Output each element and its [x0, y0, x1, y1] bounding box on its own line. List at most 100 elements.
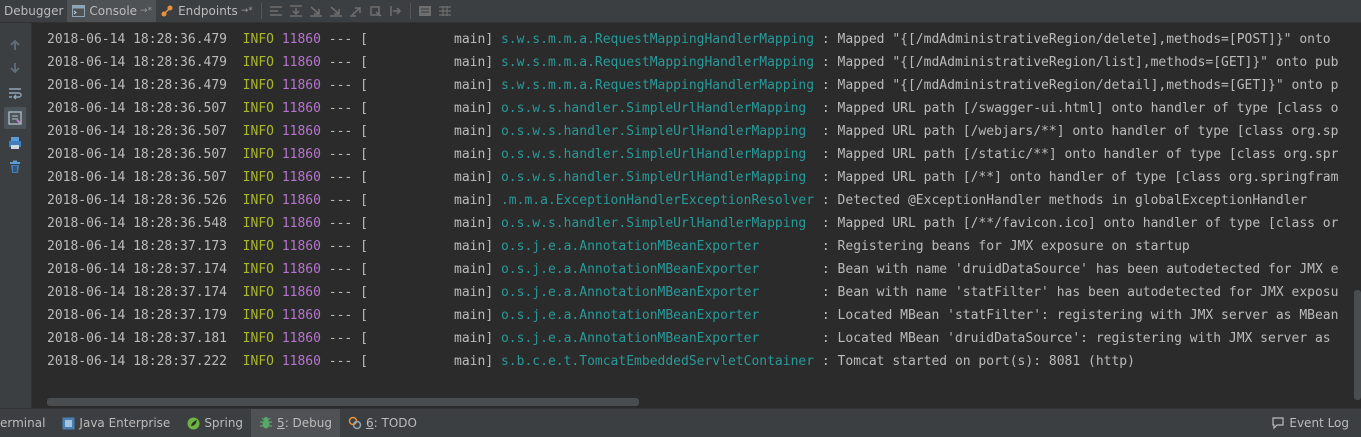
- log-level: INFO: [242, 308, 274, 323]
- tab-debugger[interactable]: Debugger: [0, 0, 67, 22]
- tab-terminal-label: erminal: [0, 416, 46, 430]
- log-logger: s.w.s.m.m.a.RequestMappingHandlerMapping: [500, 55, 815, 70]
- log-logger: o.s.w.s.handler.SimpleUrlHandlerMapping: [500, 170, 815, 185]
- log-line: 2018-06-14 18:28:36.526 INFO 11860 --- […: [47, 189, 1338, 212]
- tab-todo-label: : TODO: [373, 416, 417, 430]
- log-thread: [ main]: [360, 239, 494, 254]
- log-logger: o.s.j.e.a.AnnotationMBeanExporter: [500, 308, 815, 323]
- log-logger: o.s.j.e.a.AnnotationMBeanExporter: [500, 331, 815, 346]
- log-level: INFO: [242, 32, 274, 47]
- pin-icon[interactable]: →*: [140, 6, 152, 16]
- log-level: INFO: [242, 216, 274, 231]
- log-thread: [ main]: [360, 193, 494, 208]
- log-thread: [ main]: [360, 285, 494, 300]
- tab-java-enterprise[interactable]: Java Enterprise: [53, 409, 178, 437]
- log-level: INFO: [242, 354, 274, 369]
- log-line: 2018-06-14 18:28:37.174 INFO 11860 --- […: [47, 281, 1338, 304]
- show-execution-point-icon[interactable]: [266, 0, 286, 22]
- step-out-icon[interactable]: [346, 0, 366, 22]
- log-message: : Mapped URL path [/**] onto handler of …: [821, 170, 1339, 185]
- log-timestamp: 2018-06-14 18:28:37.174: [47, 262, 228, 277]
- log-separator: ---: [328, 285, 353, 300]
- scroll-to-end-icon[interactable]: [4, 107, 26, 129]
- log-separator: ---: [328, 354, 353, 369]
- tab-todo-number: 6: [366, 416, 374, 430]
- up-arrow-icon[interactable]: [4, 34, 26, 56]
- log-pid: 11860: [281, 216, 321, 231]
- todo-icon: [348, 416, 362, 430]
- down-arrow-icon[interactable]: [4, 57, 26, 79]
- log-level: INFO: [242, 331, 274, 346]
- pin-icon[interactable]: →*: [241, 6, 253, 16]
- tab-endpoints-label: Endpoints: [178, 4, 238, 18]
- log-level: INFO: [242, 124, 274, 139]
- log-timestamp: 2018-06-14 18:28:36.507: [47, 170, 228, 185]
- tab-event-log[interactable]: Event Log: [1263, 409, 1357, 437]
- soft-wrap-icon[interactable]: [4, 82, 26, 104]
- tool-window-bar: erminal Java Enterprise Spring 5: Debug …: [0, 408, 1361, 437]
- log-separator: ---: [328, 239, 353, 254]
- tab-spring[interactable]: Spring: [178, 409, 251, 437]
- tab-console[interactable]: Console →*: [67, 0, 157, 22]
- tab-todo[interactable]: 6: TODO: [340, 409, 425, 437]
- log-timestamp: 2018-06-14 18:28:36.479: [47, 78, 228, 93]
- log-timestamp: 2018-06-14 18:28:37.222: [47, 354, 228, 369]
- log-pid: 11860: [281, 354, 321, 369]
- log-separator: ---: [328, 147, 353, 162]
- spring-leaf-icon: [186, 416, 200, 430]
- log-logger: o.s.j.e.a.AnnotationMBeanExporter: [500, 285, 815, 300]
- log-separator: ---: [328, 55, 353, 70]
- log-thread: [ main]: [360, 78, 494, 93]
- log-level: INFO: [242, 101, 274, 116]
- log-level: INFO: [242, 262, 274, 277]
- log-pid: 11860: [281, 239, 321, 254]
- log-line: 2018-06-14 18:28:36.507 INFO 11860 --- […: [47, 97, 1338, 120]
- log-thread: [ main]: [360, 216, 494, 231]
- log-timestamp: 2018-06-14 18:28:37.179: [47, 308, 228, 323]
- log-thread: [ main]: [360, 55, 494, 70]
- debug-toolbar: Debugger Console →* Endpoints →*: [0, 0, 1361, 23]
- tab-endpoints[interactable]: Endpoints →*: [156, 0, 257, 22]
- log-message: : Registering beans for JMX exposure on …: [821, 239, 1190, 254]
- horizontal-scrollbar[interactable]: [47, 398, 639, 406]
- log-pid: 11860: [281, 124, 321, 139]
- log-message: : Bean with name 'druidDataSource' has b…: [821, 262, 1339, 277]
- console-side-toolbar: [0, 23, 32, 408]
- log-message: : Tomcat started on port(s): 8081 (http): [821, 354, 1135, 369]
- console-output[interactable]: 2018-06-14 18:28:36.479 INFO 11860 --- […: [32, 23, 1361, 408]
- trace-current-stream-icon[interactable]: [435, 0, 455, 22]
- log-separator: ---: [328, 216, 353, 231]
- log-level: INFO: [242, 285, 274, 300]
- log-message: : Detected @ExceptionHandler methods in …: [821, 193, 1308, 208]
- log-thread: [ main]: [360, 147, 494, 162]
- log-message: : Mapped "{[/mdAdministrativeRegion/deta…: [821, 78, 1339, 93]
- log-separator: ---: [328, 331, 353, 346]
- tab-terminal[interactable]: erminal: [0, 409, 53, 437]
- log-timestamp: 2018-06-14 18:28:36.479: [47, 32, 228, 47]
- log-thread: [ main]: [360, 32, 494, 47]
- log-line: 2018-06-14 18:28:36.479 INFO 11860 --- […: [47, 51, 1338, 74]
- log-message: : Mapped "{[/mdAdministrativeRegion/list…: [821, 55, 1339, 70]
- evaluate-expression-icon[interactable]: [415, 0, 435, 22]
- force-step-into-icon[interactable]: [326, 0, 346, 22]
- log-pid: 11860: [281, 78, 321, 93]
- run-to-cursor-icon[interactable]: [386, 0, 406, 22]
- tab-debug-label: : Debug: [284, 416, 333, 430]
- log-logger: s.w.s.m.m.a.RequestMappingHandlerMapping: [500, 78, 815, 93]
- log-level: INFO: [242, 170, 274, 185]
- drop-frame-icon[interactable]: [366, 0, 386, 22]
- log-pid: 11860: [281, 285, 321, 300]
- trash-icon[interactable]: [4, 156, 26, 178]
- print-icon[interactable]: [4, 132, 26, 154]
- step-into-icon[interactable]: [306, 0, 326, 22]
- log-pid: 11860: [281, 32, 321, 47]
- log-separator: ---: [328, 170, 353, 185]
- log-pid: 11860: [281, 170, 321, 185]
- log-line: 2018-06-14 18:28:36.479 INFO 11860 --- […: [47, 28, 1338, 51]
- tab-debug[interactable]: 5: Debug: [251, 409, 341, 437]
- log-timestamp: 2018-06-14 18:28:36.548: [47, 216, 228, 231]
- log-logger: o.s.w.s.handler.SimpleUrlHandlerMapping: [500, 147, 815, 162]
- step-over-icon[interactable]: [286, 0, 306, 22]
- vertical-scrollbar[interactable]: [1354, 290, 1361, 400]
- log-timestamp: 2018-06-14 18:28:36.526: [47, 193, 228, 208]
